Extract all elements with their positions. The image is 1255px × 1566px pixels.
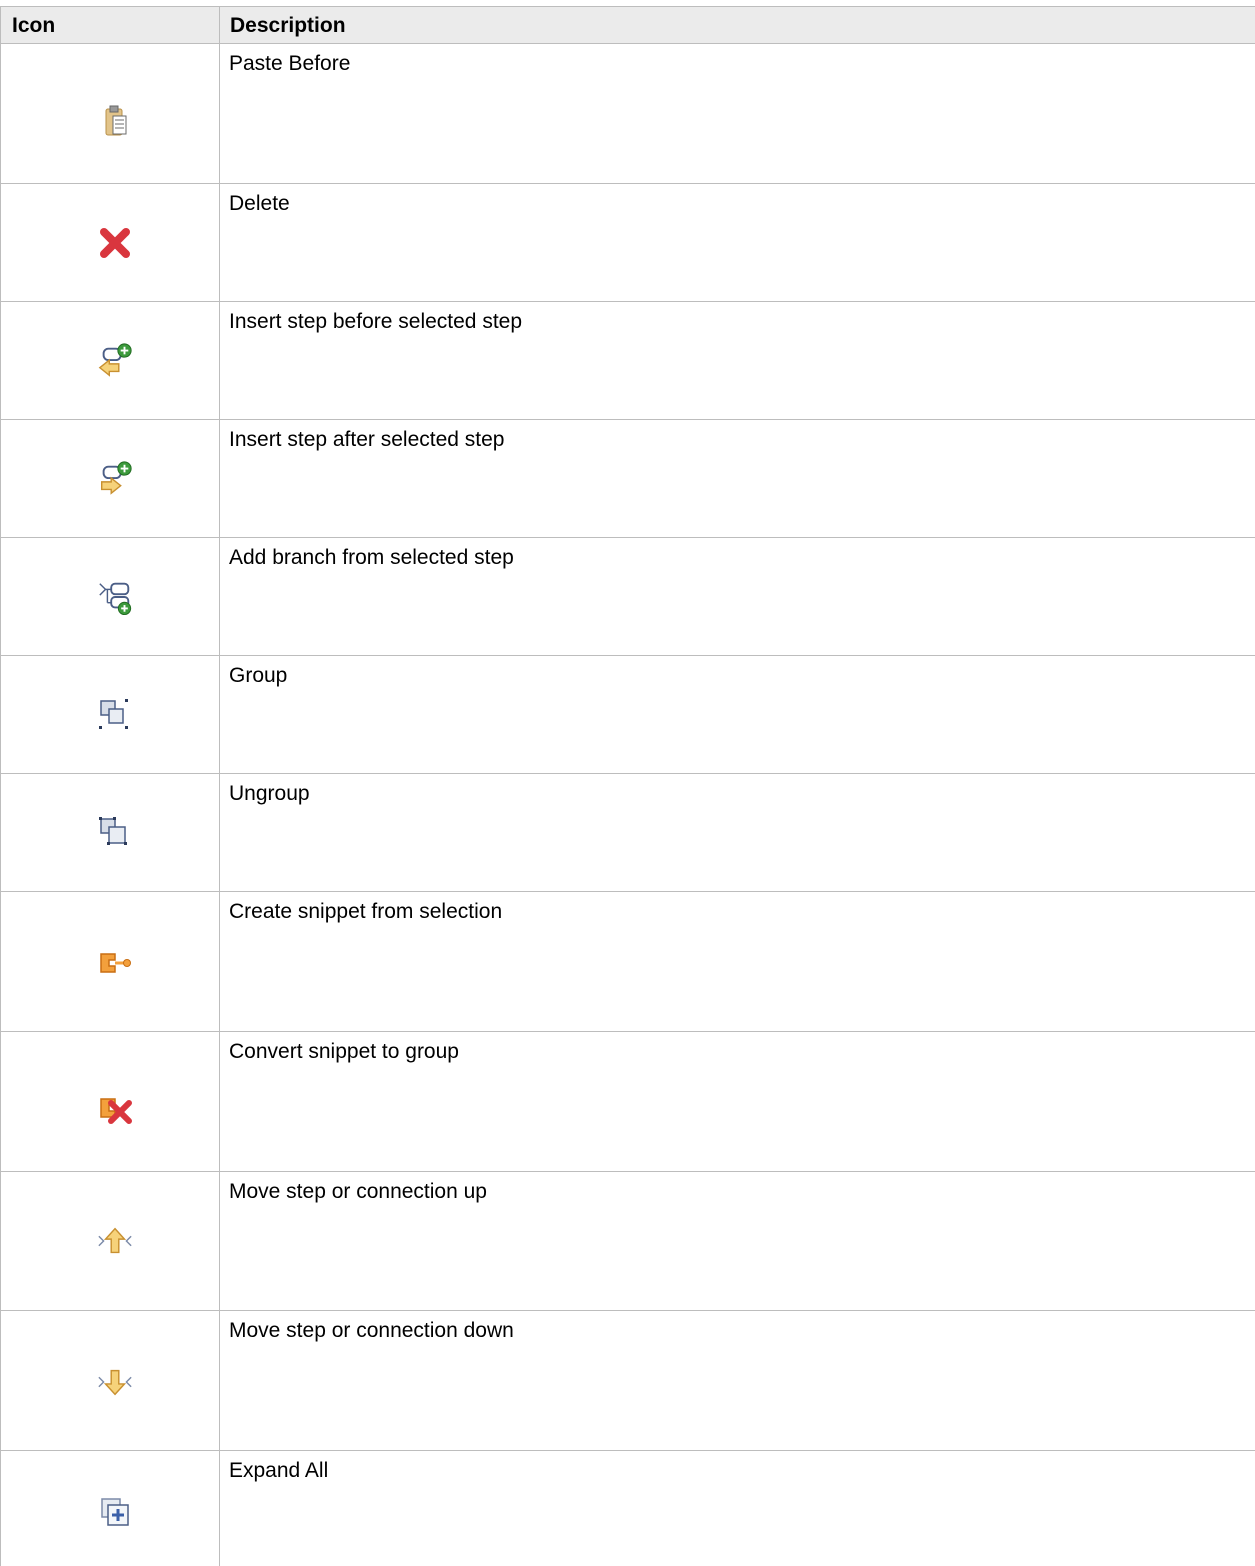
table-row: Ungroup — [0, 774, 1255, 892]
row-description: Add branch from selected step — [229, 546, 514, 569]
header-icon: Icon — [12, 14, 56, 37]
table-row: Convert snippet to group — [0, 1032, 1255, 1172]
insert-step-after-icon — [96, 460, 134, 498]
paste-before-icon — [96, 102, 134, 140]
row-description: Move step or connection up — [229, 1180, 487, 1203]
group-icon — [96, 696, 134, 734]
delete-icon — [96, 224, 134, 262]
row-description: Expand All — [229, 1459, 329, 1482]
row-description: Insert step after selected step — [229, 428, 505, 451]
row-description: Convert snippet to group — [229, 1040, 459, 1063]
ungroup-icon — [96, 814, 134, 852]
table-row: Group — [0, 656, 1255, 774]
row-description: Delete — [229, 192, 290, 215]
table-row: Move step or connection up — [0, 1172, 1255, 1311]
table-row: Delete — [0, 184, 1255, 302]
row-description: Paste Before — [229, 52, 351, 75]
table-row: Expand All — [0, 1451, 1255, 1566]
header-description: Description — [230, 14, 346, 37]
create-snippet-icon — [96, 944, 134, 982]
row-description: Group — [229, 664, 288, 687]
table-row: Insert step after selected step — [0, 420, 1255, 538]
table-header: Icon Description — [0, 6, 1255, 44]
row-description: Ungroup — [229, 782, 310, 805]
expand-all-icon — [96, 1493, 134, 1531]
table-row: Add branch from selected step — [0, 538, 1255, 656]
add-branch-icon — [96, 578, 134, 616]
row-description: Insert step before selected step — [229, 310, 523, 333]
table-row: Paste Before — [0, 44, 1255, 184]
insert-step-before-icon — [96, 342, 134, 380]
move-down-icon — [96, 1363, 134, 1401]
table-row: Insert step before selected step — [0, 302, 1255, 420]
table-row: Move step or connection down — [0, 1311, 1255, 1451]
move-up-icon — [96, 1222, 134, 1260]
table-row: Create snippet from selection — [0, 892, 1255, 1032]
row-description: Create snippet from selection — [229, 900, 503, 923]
convert-snippet-icon — [96, 1090, 134, 1128]
icon-description-table: Icon Description Paste Before Delete Ins… — [0, 0, 1255, 1566]
row-description: Move step or connection down — [229, 1319, 514, 1342]
